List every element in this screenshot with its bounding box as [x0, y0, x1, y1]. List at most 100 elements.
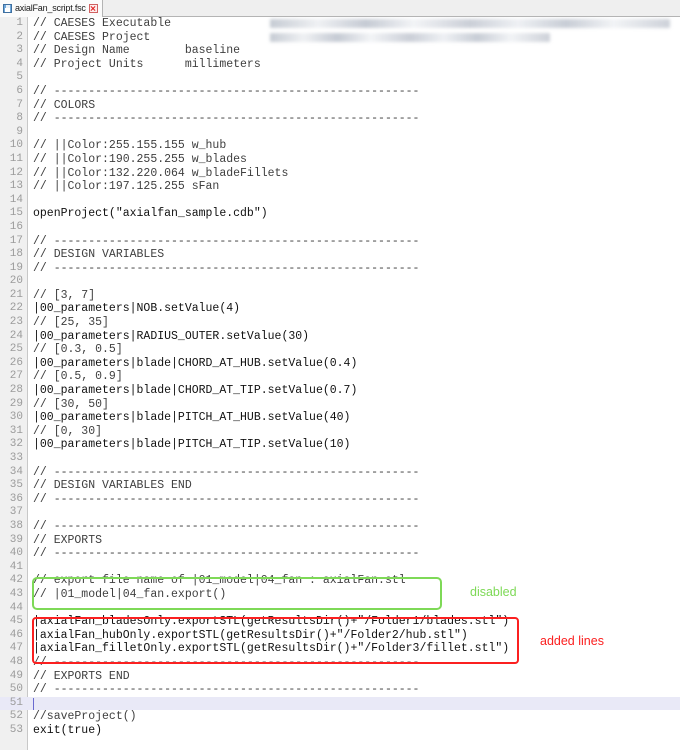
code-line[interactable]: 35 // DESIGN VARIABLES END: [0, 479, 680, 493]
line-text: |00_parameters|NOB.setValue(4): [33, 302, 241, 316]
code-line[interactable]: 10 // ||Color:255.155.155 w_hub: [0, 139, 680, 153]
code-line[interactable]: 26 |00_parameters|blade|CHORD_AT_HUB.setV…: [0, 357, 680, 371]
code-line[interactable]: 29 // [30, 50]: [0, 398, 680, 412]
line-number: 39: [9, 533, 23, 546]
line-text: // -------------------------------------…: [33, 547, 420, 561]
line-number: 27: [9, 370, 23, 383]
code-line[interactable]: 32 |00_parameters|blade|PITCH_AT_TIP.setV…: [0, 438, 680, 452]
line-number: 41: [9, 560, 23, 573]
code-line[interactable]: 42 // export file name of |01_model|04_fa…: [0, 574, 680, 588]
code-line[interactable]: 34 // -----------------------------------…: [0, 466, 680, 480]
line-number: 26: [9, 356, 23, 369]
code-line[interactable]: 39 // EXPORTS: [0, 534, 680, 548]
code-line[interactable]: 44: [0, 602, 680, 616]
close-icon[interactable]: [88, 4, 98, 13]
code-line[interactable]: 2 // CAESES Project: [0, 31, 680, 45]
line-number: 10: [9, 139, 23, 152]
annotation-label-added-lines: added lines: [540, 634, 604, 648]
code-line[interactable]: 1 // CAESES Executable: [0, 17, 680, 31]
code-line[interactable]: 14: [0, 194, 680, 208]
line-number: 18: [9, 248, 23, 261]
line-text: // -------------------------------------…: [33, 234, 420, 248]
code-line[interactable]: 52 //saveProject(): [0, 710, 680, 724]
code-editor[interactable]: 1// CAESES Executable 2// CAESES Project 3…: [0, 17, 680, 750]
line-text: // -------------------------------------…: [33, 655, 420, 669]
line-number: 14: [9, 193, 23, 206]
line-number: 13: [9, 180, 23, 193]
line-text: // -------------------------------------…: [33, 519, 420, 533]
code-line[interactable]: 13 // ||Color:197.125.255 sFan: [0, 180, 680, 194]
code-line[interactable]: 38 // -----------------------------------…: [0, 520, 680, 534]
code-line[interactable]: 28 |00_parameters|blade|CHORD_AT_TIP.setV…: [0, 384, 680, 398]
line-text: // [30, 50]: [33, 397, 109, 411]
line-number: 11: [9, 152, 23, 165]
line-number: 43: [9, 587, 23, 600]
code-line[interactable]: 40 // -----------------------------------…: [0, 547, 680, 561]
code-line[interactable]: 37: [0, 506, 680, 520]
code-line[interactable]: 7 // COLORS: [0, 99, 680, 113]
code-line[interactable]: 12 // ||Color:132.220.064 w_bladeFillets: [0, 167, 680, 181]
line-text: |00_parameters|RADIUS_OUTER.setValue(30): [33, 329, 310, 343]
code-line[interactable]: 21 // [3, 7]: [0, 289, 680, 303]
line-number: 16: [9, 220, 23, 233]
code-line[interactable]: 48 // -----------------------------------…: [0, 656, 680, 670]
code-line[interactable]: 20: [0, 275, 680, 289]
code-line[interactable]: 50 // -----------------------------------…: [0, 683, 680, 697]
code-line[interactable]: 36 // -----------------------------------…: [0, 493, 680, 507]
code-line[interactable]: 8 // ------------------------------------…: [0, 112, 680, 126]
line-text: // -------------------------------------…: [33, 261, 420, 275]
code-line[interactable]: 4 // Project Units millimeters: [0, 58, 680, 72]
code-line[interactable]: 27 // [0.5, 0.9]: [0, 370, 680, 384]
code-line[interactable]: 23 // [25, 35]: [0, 316, 680, 330]
line-number: 34: [9, 465, 23, 478]
code-line[interactable]: 3 // Design Name baseline: [0, 44, 680, 58]
code-line[interactable]: 49 // EXPORTS END: [0, 670, 680, 684]
code-line[interactable]: 9: [0, 126, 680, 140]
line-text: // [0.3, 0.5]: [33, 343, 123, 357]
line-number: 12: [9, 166, 23, 179]
line-text: |axialFan_bladesOnly.exportSTL(getResult…: [33, 615, 510, 629]
line-number: 22: [9, 302, 23, 315]
line-text: // ||Color:255.155.155 w_hub: [33, 139, 227, 153]
code-line[interactable]: 15 openProject("axialfan_sample.cdb"): [0, 207, 680, 221]
code-line[interactable]: 11 // ||Color:190.255.255 w_blades: [0, 153, 680, 167]
line-number: 5: [16, 71, 23, 84]
line-text: // [25, 35]: [33, 316, 109, 330]
line-number: 50: [9, 683, 23, 696]
line-text: |00_parameters|blade|CHORD_AT_HUB.setVal…: [33, 356, 358, 370]
code-line[interactable]: 51: [0, 696, 680, 711]
line-number: 47: [9, 642, 23, 655]
code-line[interactable]: 16: [0, 221, 680, 235]
code-line[interactable]: 17 // -----------------------------------…: [0, 235, 680, 249]
line-text: // export file name of |01_model|04_fan …: [33, 574, 406, 588]
code-line[interactable]: 6 // ------------------------------------…: [0, 85, 680, 99]
code-line[interactable]: 18 // DESIGN VARIABLES: [0, 248, 680, 262]
line-number: 48: [9, 655, 23, 668]
code-line[interactable]: 33: [0, 452, 680, 466]
code-line[interactable]: 53 exit(true): [0, 724, 680, 738]
code-line[interactable]: 41: [0, 561, 680, 575]
line-number: 8: [16, 112, 23, 125]
line-text: // Design Name baseline: [33, 44, 241, 58]
redacted-path: [270, 32, 550, 42]
code-line[interactable]: 30 |00_parameters|blade|PITCH_AT_HUB.setV…: [0, 411, 680, 425]
line-text: // CAESES Project: [33, 30, 151, 44]
line-text: // -------------------------------------…: [33, 465, 420, 479]
tab-axialfan-script[interactable]: axialFan_script.fsc: [0, 0, 103, 17]
code-line[interactable]: 24 |00_parameters|RADIUS_OUTER.setValue(3…: [0, 330, 680, 344]
floppy-disk-icon: [3, 4, 12, 13]
code-line[interactable]: 5: [0, 71, 680, 85]
line-number: 52: [9, 710, 23, 723]
code-line[interactable]: 43 // |01_model|04_fan.export(): [0, 588, 680, 602]
annotation-label-disabled: disabled: [470, 585, 517, 599]
tab-title: axialFan_script.fsc: [15, 3, 86, 13]
code-line[interactable]: 25 // [0.3, 0.5]: [0, 343, 680, 357]
code-line[interactable]: 31 // [0, 30]: [0, 425, 680, 439]
code-line[interactable]: 19 // -----------------------------------…: [0, 262, 680, 276]
line-text: // |01_model|04_fan.export(): [33, 587, 227, 601]
line-number: 29: [9, 397, 23, 410]
code-line[interactable]: 45 |axialFan_bladesOnly.exportSTL(getResu…: [0, 615, 680, 629]
line-number: 53: [9, 723, 23, 736]
code-line[interactable]: 22 |00_parameters|NOB.setValue(4): [0, 302, 680, 316]
line-number: 17: [9, 234, 23, 247]
